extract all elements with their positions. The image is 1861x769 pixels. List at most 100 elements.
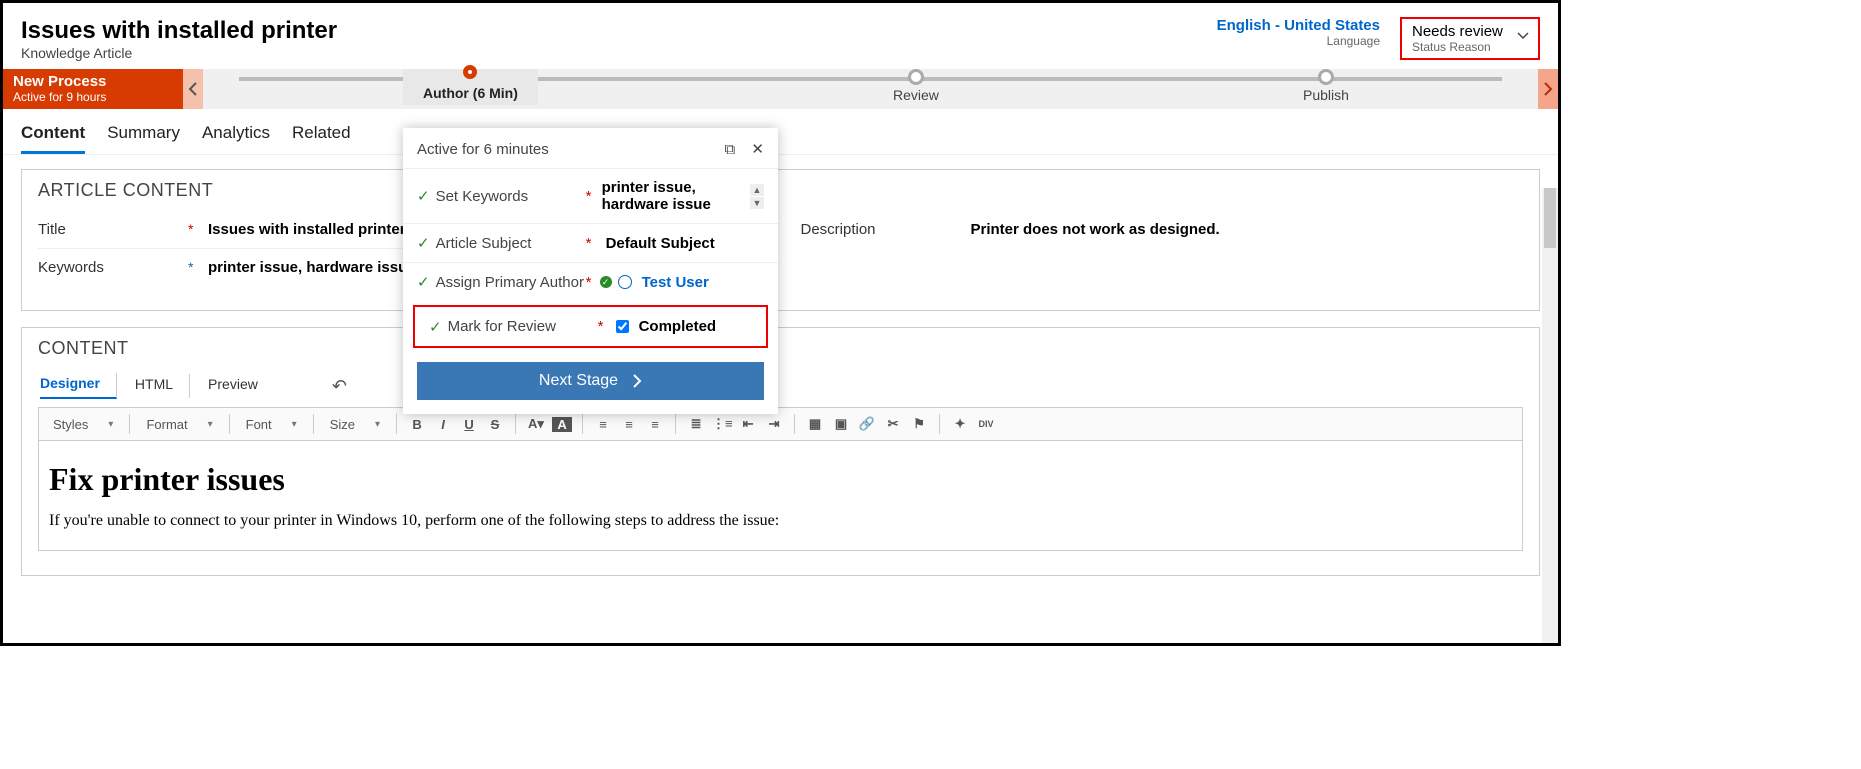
doc-paragraph[interactable]: If you're unable to connect to your prin… bbox=[49, 512, 1512, 530]
link-icon[interactable]: 🔗 bbox=[857, 416, 877, 432]
subtab-html[interactable]: HTML bbox=[135, 374, 190, 398]
align-left-icon[interactable]: ≡ bbox=[593, 417, 613, 432]
bullet-list-icon[interactable]: ⋮≡ bbox=[712, 416, 732, 432]
stage-dot-icon bbox=[1318, 69, 1334, 85]
required-icon: * bbox=[188, 221, 208, 238]
keywords-label: Keywords bbox=[38, 259, 188, 276]
process-name: New Process bbox=[13, 73, 173, 90]
flyout-title: Active for 6 minutes bbox=[417, 141, 549, 158]
tab-content[interactable]: Content bbox=[21, 117, 85, 154]
mark-review-checkbox[interactable] bbox=[616, 320, 629, 333]
description-label: Description bbox=[801, 221, 951, 238]
close-icon[interactable]: ✕ bbox=[751, 141, 764, 158]
process-next-arrow[interactable] bbox=[1538, 69, 1558, 109]
align-center-icon[interactable]: ≡ bbox=[619, 417, 639, 432]
stage-author[interactable]: Author (6 Min) bbox=[403, 69, 538, 105]
italic-icon[interactable]: I bbox=[433, 417, 453, 432]
process-name-block[interactable]: New Process Active for 9 hours bbox=[3, 69, 183, 109]
stage-author-time: (6 Min) bbox=[473, 85, 518, 101]
chevron-down-icon bbox=[1516, 29, 1530, 43]
assign-author-value[interactable]: Test User bbox=[642, 274, 709, 291]
stage-active-icon bbox=[463, 65, 477, 79]
text-color-icon[interactable]: A▾ bbox=[526, 416, 546, 432]
entity-type: Knowledge Article bbox=[21, 45, 337, 61]
flag-icon[interactable]: ⚑ bbox=[909, 416, 929, 432]
table-icon[interactable]: ▦ bbox=[805, 416, 825, 432]
subtab-designer[interactable]: Designer bbox=[40, 373, 117, 399]
tab-related[interactable]: Related bbox=[292, 117, 351, 154]
content-editor-section: CONTENT Designer HTML Preview ↶ Styles F… bbox=[21, 327, 1540, 576]
stage-publish-label: Publish bbox=[1303, 87, 1349, 103]
indent-icon[interactable]: ⇥ bbox=[764, 416, 784, 432]
editor-toolbar: Styles Format Font Size B I U S A▾ A ≡ ≡… bbox=[38, 407, 1523, 441]
popout-icon[interactable]: ⧉ bbox=[725, 141, 736, 158]
numbered-list-icon[interactable]: ≣ bbox=[686, 416, 706, 432]
article-subject-label: Article Subject bbox=[436, 235, 586, 252]
required-icon: * bbox=[598, 318, 612, 335]
next-stage-label: Next Stage bbox=[539, 372, 618, 390]
mark-review-label: Mark for Review bbox=[448, 318, 598, 335]
process-prev-arrow[interactable] bbox=[183, 69, 203, 109]
check-icon: ✓ bbox=[417, 234, 430, 252]
doc-heading[interactable]: Fix printer issues bbox=[49, 461, 1512, 498]
subtab-preview[interactable]: Preview bbox=[208, 374, 274, 398]
stage-review[interactable]: Review bbox=[893, 69, 939, 103]
set-keywords-label: Set Keywords bbox=[436, 188, 586, 205]
check-icon: ✓ bbox=[429, 318, 442, 336]
next-stage-button[interactable]: Next Stage bbox=[417, 362, 764, 400]
outdent-icon[interactable]: ⇤ bbox=[738, 416, 758, 432]
section-title: CONTENT bbox=[38, 338, 1523, 359]
verified-icon: ✓ bbox=[600, 276, 612, 288]
status-label: Status Reason bbox=[1412, 40, 1510, 54]
assign-author-label: Assign Primary Author bbox=[436, 274, 586, 291]
align-right-icon[interactable]: ≡ bbox=[645, 417, 665, 432]
strike-icon[interactable]: S bbox=[485, 417, 505, 432]
stage-author-label: Author bbox=[423, 85, 469, 101]
sparkle-icon[interactable]: ✦ bbox=[950, 416, 970, 432]
status-reason-selector[interactable]: Needs review Status Reason bbox=[1400, 17, 1540, 60]
language-value: English - United States bbox=[1217, 17, 1380, 34]
underline-icon[interactable]: U bbox=[459, 417, 479, 432]
required-icon: * bbox=[586, 235, 600, 252]
language-selector[interactable]: English - United States Language bbox=[1217, 17, 1380, 48]
stage-publish[interactable]: Publish bbox=[1303, 69, 1349, 103]
undo-icon[interactable]: ↶ bbox=[332, 376, 347, 397]
stage-review-label: Review bbox=[893, 87, 939, 103]
business-process-flow: New Process Active for 9 hours Author (6… bbox=[3, 69, 1558, 109]
image-icon[interactable]: ▣ bbox=[831, 416, 851, 432]
mark-for-review-row[interactable]: ✓ Mark for Review * Completed bbox=[413, 305, 768, 348]
check-icon: ✓ bbox=[417, 187, 430, 205]
required-icon: * bbox=[586, 274, 600, 291]
form-tabs: Content Summary Analytics Related bbox=[3, 109, 1558, 155]
tab-summary[interactable]: Summary bbox=[107, 117, 180, 154]
styles-dropdown[interactable]: Styles bbox=[47, 415, 119, 434]
article-subject-value[interactable]: Default Subject bbox=[606, 235, 715, 252]
section-title: ARTICLE CONTENT bbox=[38, 180, 1523, 201]
recommended-icon: * bbox=[188, 259, 208, 276]
field-scroll[interactable]: ▲▼ bbox=[750, 184, 764, 209]
page-title: Issues with installed printer bbox=[21, 17, 337, 45]
user-icon bbox=[618, 275, 632, 289]
set-keywords-value[interactable]: printer issue, hardware issue bbox=[602, 179, 750, 213]
tab-analytics[interactable]: Analytics bbox=[202, 117, 270, 154]
vertical-scrollbar[interactable] bbox=[1542, 188, 1558, 643]
highlight-icon[interactable]: A bbox=[552, 417, 572, 432]
font-dropdown[interactable]: Font bbox=[240, 415, 303, 434]
div-icon[interactable]: DIV bbox=[976, 419, 996, 429]
language-label: Language bbox=[1217, 34, 1380, 48]
process-duration: Active for 9 hours bbox=[13, 90, 173, 104]
title-label: Title bbox=[38, 221, 188, 238]
mark-review-value: Completed bbox=[639, 318, 717, 335]
format-dropdown[interactable]: Format bbox=[140, 415, 218, 434]
description-field[interactable]: Printer does not work as designed. bbox=[971, 221, 1524, 238]
spacer bbox=[951, 221, 971, 238]
required-icon: * bbox=[586, 188, 596, 205]
unlink-icon[interactable]: ✂ bbox=[883, 416, 903, 432]
stage-dot-icon bbox=[908, 69, 924, 85]
check-icon: ✓ bbox=[417, 273, 430, 291]
stage-flyout: Active for 6 minutes ⧉ ✕ ✓ Set Keywords … bbox=[403, 128, 778, 414]
editor-canvas[interactable]: Fix printer issues If you're unable to c… bbox=[38, 441, 1523, 551]
size-dropdown[interactable]: Size bbox=[324, 415, 386, 434]
article-content-section: ARTICLE CONTENT Title * Issues with inst… bbox=[21, 169, 1540, 311]
bold-icon[interactable]: B bbox=[407, 417, 427, 432]
